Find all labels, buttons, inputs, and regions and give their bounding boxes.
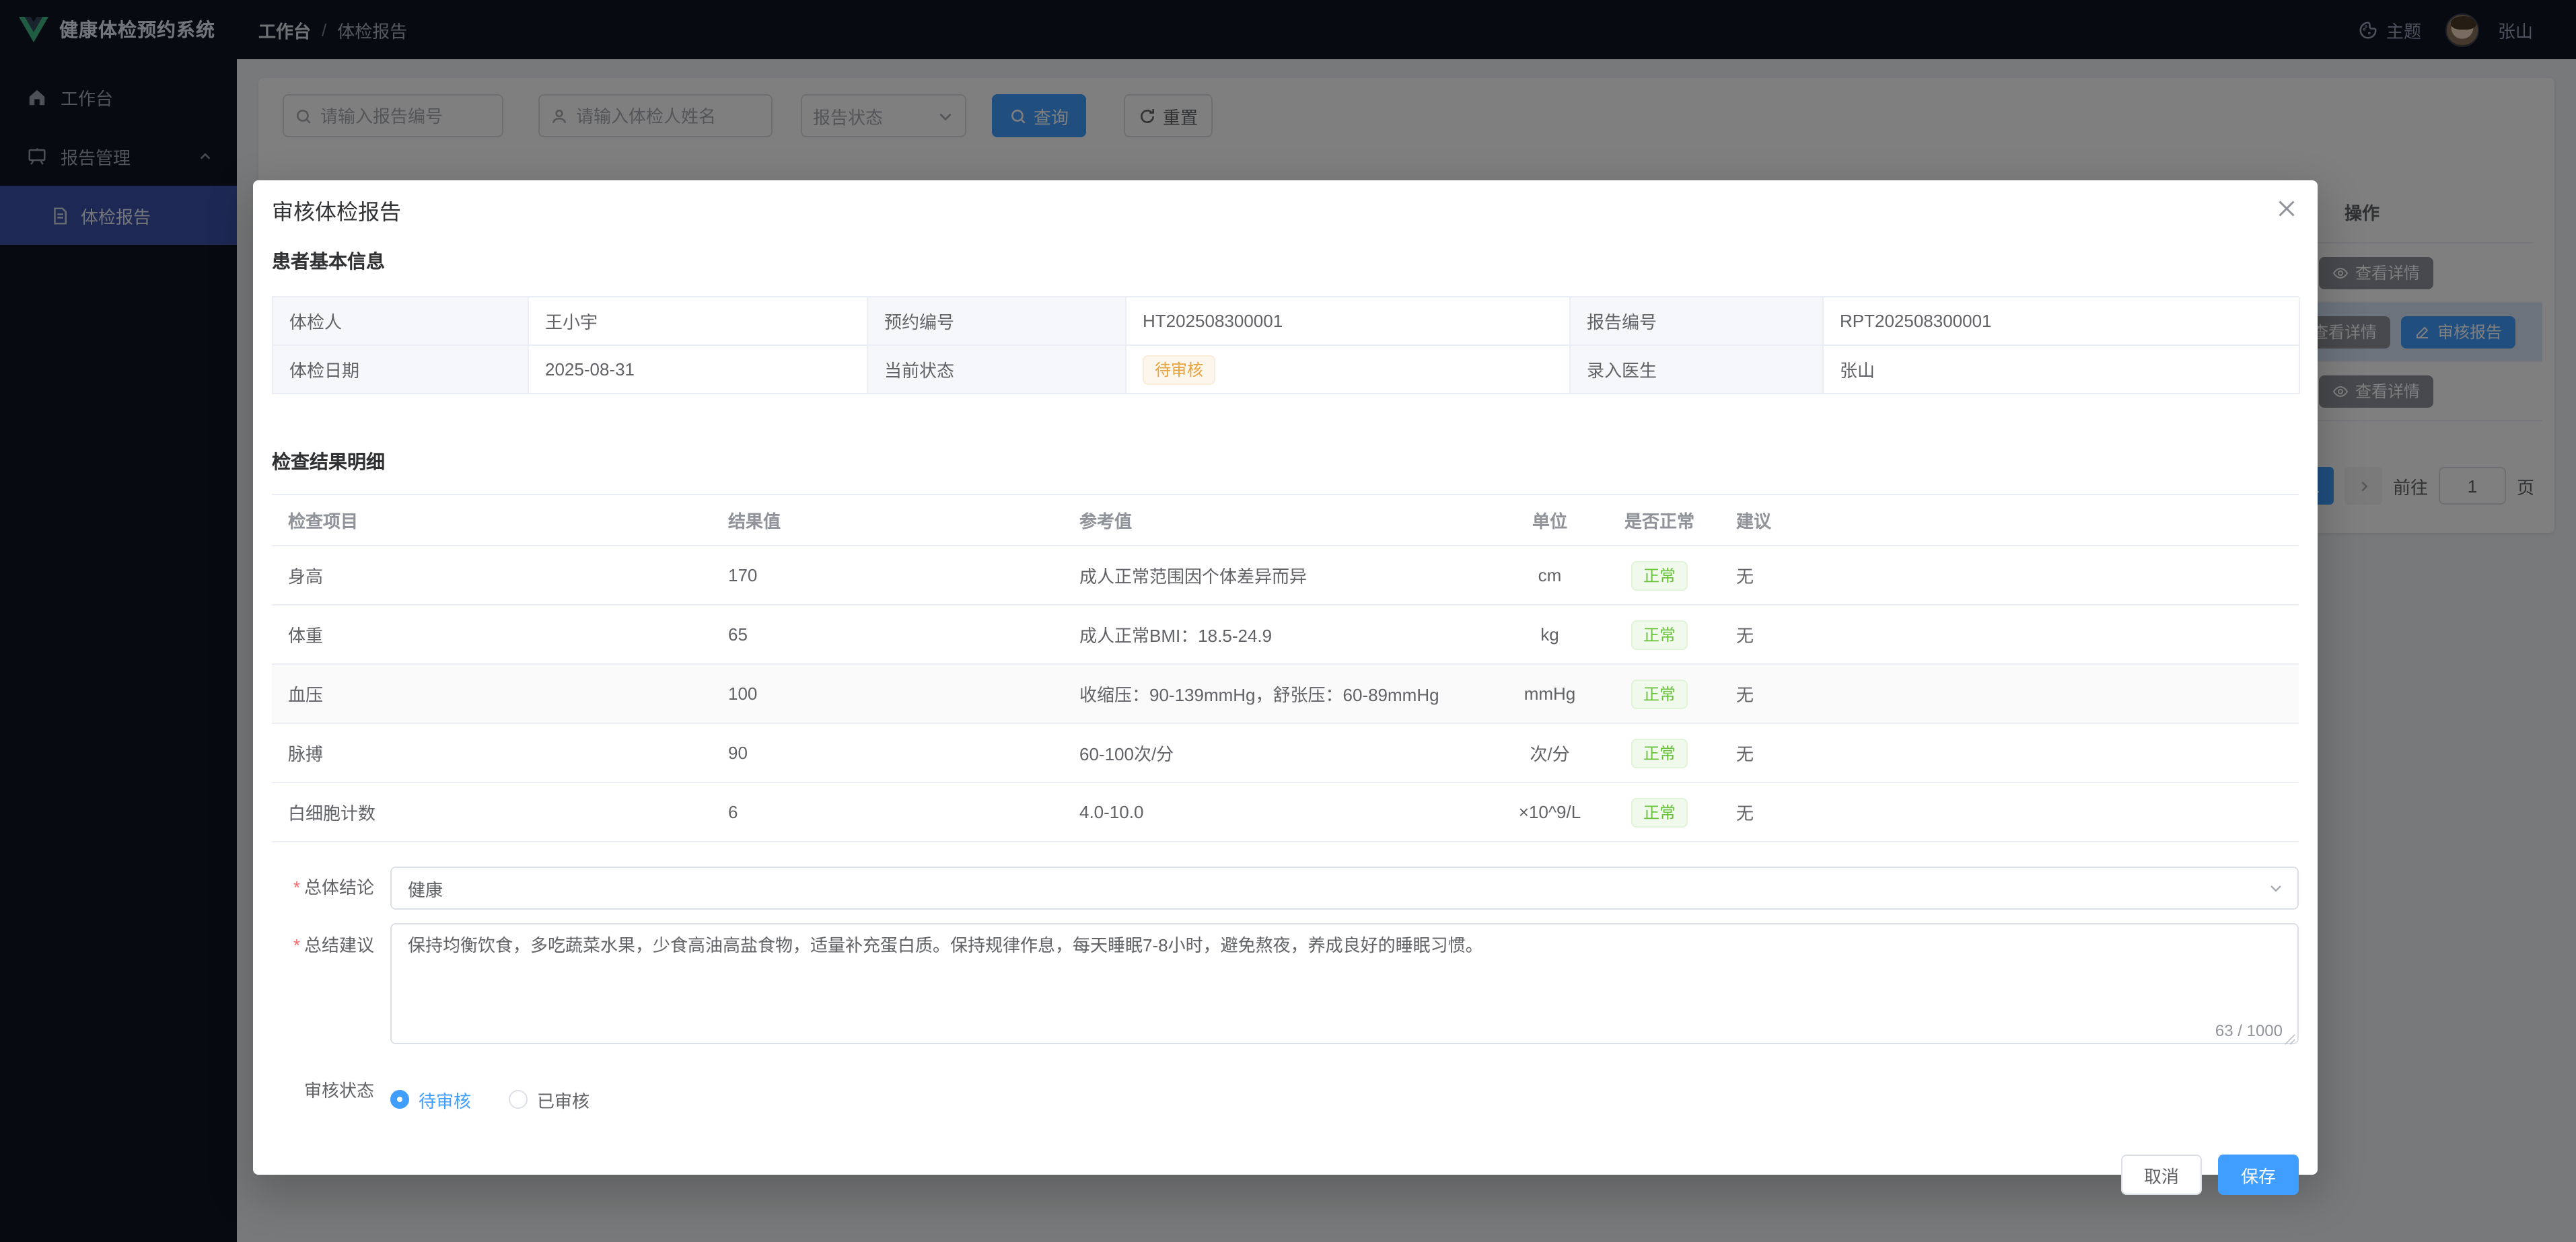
conclusion-select[interactable]: 健康: [390, 867, 2299, 910]
results-table-header: 检查项目 结果值 参考值 单位 是否正常 建议: [272, 495, 2299, 546]
patient-info-table: 体检人 王小宇 预约编号 HT202508300001 报告编号 RPT2025…: [272, 296, 2299, 394]
cell-unit: cm: [1501, 565, 1599, 585]
col-header-result: 结果值: [712, 507, 1063, 533]
cell-suggestion: 无: [1720, 681, 2299, 706]
radio-dot-unchecked: [509, 1090, 528, 1109]
char-counter: 63 / 1000: [2215, 1021, 2283, 1040]
patient-field-value: 王小宇: [529, 297, 868, 346]
patient-field-value: 张山: [1824, 346, 2300, 394]
modal-title: 审核体检报告: [272, 199, 2299, 229]
patient-field-label: 体检人: [273, 297, 529, 346]
result-row-height: 身高 170 成人正常范围因个体差异而异 cm 正常 无: [272, 546, 2299, 606]
col-header-normal: 是否正常: [1599, 507, 1720, 533]
page-root: 健康体检预约系统 工作台 / 体检报告 主题 张山 工作台: [0, 0, 2576, 1242]
result-row-blood-pressure: 血压 100 收缩压：90-139mmHg，舒张压：60-89mmHg mmHg…: [272, 665, 2299, 724]
patient-field-label: 报告编号: [1571, 297, 1824, 346]
cell-reference: 60-100次/分: [1063, 740, 1501, 766]
result-row-wbc: 白细胞计数 6 4.0-10.0 ×10^9/L 正常 无: [272, 783, 2299, 842]
cell-unit: kg: [1501, 624, 1599, 645]
patient-section-title: 患者基本信息: [272, 248, 2299, 275]
cell-unit: ×10^9/L: [1501, 802, 1599, 822]
radio-pending[interactable]: 待审核: [390, 1087, 471, 1112]
radio-reviewed[interactable]: 已审核: [509, 1087, 589, 1112]
result-row-pulse: 脉搏 90 60-100次/分 次/分 正常 无: [272, 724, 2299, 783]
col-header-unit: 单位: [1501, 507, 1599, 533]
cancel-button[interactable]: 取消: [2121, 1155, 2202, 1195]
cell-unit: 次/分: [1501, 740, 1599, 766]
conclusion-label: *总体结论: [272, 867, 390, 910]
result-row-weight: 体重 65 成人正常BMI：18.5-24.9 kg 正常 无: [272, 606, 2299, 665]
cell-item: 体重: [272, 622, 712, 647]
conclusion-form-row: *总体结论 健康: [272, 867, 2299, 910]
radio-reviewed-label: 已审核: [537, 1087, 589, 1112]
review-status-form-row: 审核状态 待审核 已审核: [272, 1078, 2299, 1113]
normal-badge: 正常: [1631, 797, 1688, 827]
close-icon[interactable]: [2275, 196, 2299, 221]
cell-suggestion: 无: [1720, 562, 2299, 588]
save-button[interactable]: 保存: [2218, 1155, 2299, 1195]
cell-result: 6: [712, 802, 1063, 822]
modal-footer: 取消 保存: [272, 1155, 2299, 1195]
suggestion-label: *总结建议: [272, 923, 390, 1048]
review-status-radio-group: 待审核 已审核: [390, 1086, 589, 1113]
cell-suggestion: 无: [1720, 799, 2299, 825]
cell-item: 脉搏: [272, 740, 712, 766]
cell-item: 血压: [272, 681, 712, 706]
cell-item: 白细胞计数: [272, 799, 712, 825]
review-report-modal: 审核体检报告 患者基本信息 体检人 王小宇 预约编号 HT20250830000…: [253, 180, 2318, 1175]
chevron-down-icon: [2268, 880, 2284, 896]
suggestion-form-row: *总结建议 保持均衡饮食，多吃蔬菜水果，少食高油高盐食物，适量补充蛋白质。保持规…: [272, 923, 2299, 1048]
cell-normal: 正常: [1599, 679, 1720, 708]
patient-field-label: 体检日期: [273, 346, 529, 394]
status-badge-pending: 待审核: [1143, 355, 1215, 384]
cell-item: 身高: [272, 562, 712, 588]
radio-dot-checked: [390, 1090, 409, 1109]
required-asterisk: *: [293, 935, 300, 955]
cell-reference: 4.0-10.0: [1063, 802, 1501, 822]
results-section-title: 检查结果明细: [272, 448, 2299, 475]
cell-suggestion: 无: [1720, 622, 2299, 647]
results-table: 检查项目 结果值 参考值 单位 是否正常 建议 身高 170 成人正常范围因个体…: [272, 494, 2299, 842]
review-status-label: 审核状态: [272, 1078, 390, 1113]
patient-field-value: RPT202508300001: [1824, 297, 2300, 346]
suggestion-textarea[interactable]: 保持均衡饮食，多吃蔬菜水果，少食高油高盐食物，适量补充蛋白质。保持规律作息，每天…: [390, 923, 2299, 1044]
cell-normal: 正常: [1599, 797, 1720, 827]
cell-reference: 成人正常BMI：18.5-24.9: [1063, 622, 1501, 647]
conclusion-value: 健康: [408, 875, 443, 901]
col-header-reference: 参考值: [1063, 507, 1501, 533]
cell-result: 90: [712, 743, 1063, 763]
normal-badge: 正常: [1631, 738, 1688, 768]
cell-reference: 收缩压：90-139mmHg，舒张压：60-89mmHg: [1063, 681, 1501, 706]
patient-field-label: 预约编号: [868, 297, 1126, 346]
patient-field-value: 待审核: [1126, 346, 1571, 394]
cell-suggestion: 无: [1720, 740, 2299, 766]
required-asterisk: *: [293, 877, 300, 898]
normal-badge: 正常: [1631, 679, 1688, 708]
normal-badge: 正常: [1631, 620, 1688, 649]
cell-normal: 正常: [1599, 620, 1720, 649]
cell-normal: 正常: [1599, 560, 1720, 590]
col-header-item: 检查项目: [272, 507, 712, 533]
patient-field-label: 当前状态: [868, 346, 1126, 394]
normal-badge: 正常: [1631, 560, 1688, 590]
patient-field-value: HT202508300001: [1126, 297, 1571, 346]
suggestion-textarea-wrap: 保持均衡饮食，多吃蔬菜水果，少食高油高盐食物，适量补充蛋白质。保持规律作息，每天…: [390, 923, 2299, 1048]
radio-pending-label: 待审核: [419, 1087, 471, 1112]
cell-result: 100: [712, 684, 1063, 704]
cell-result: 65: [712, 624, 1063, 645]
cell-normal: 正常: [1599, 738, 1720, 768]
patient-field-label: 录入医生: [1571, 346, 1824, 394]
col-header-suggestion: 建议: [1720, 507, 2299, 533]
resize-handle-icon[interactable]: [2284, 1033, 2296, 1046]
patient-field-value: 2025-08-31: [529, 346, 868, 394]
cell-result: 170: [712, 565, 1063, 585]
cell-unit: mmHg: [1501, 684, 1599, 704]
cell-reference: 成人正常范围因个体差异而异: [1063, 562, 1501, 588]
